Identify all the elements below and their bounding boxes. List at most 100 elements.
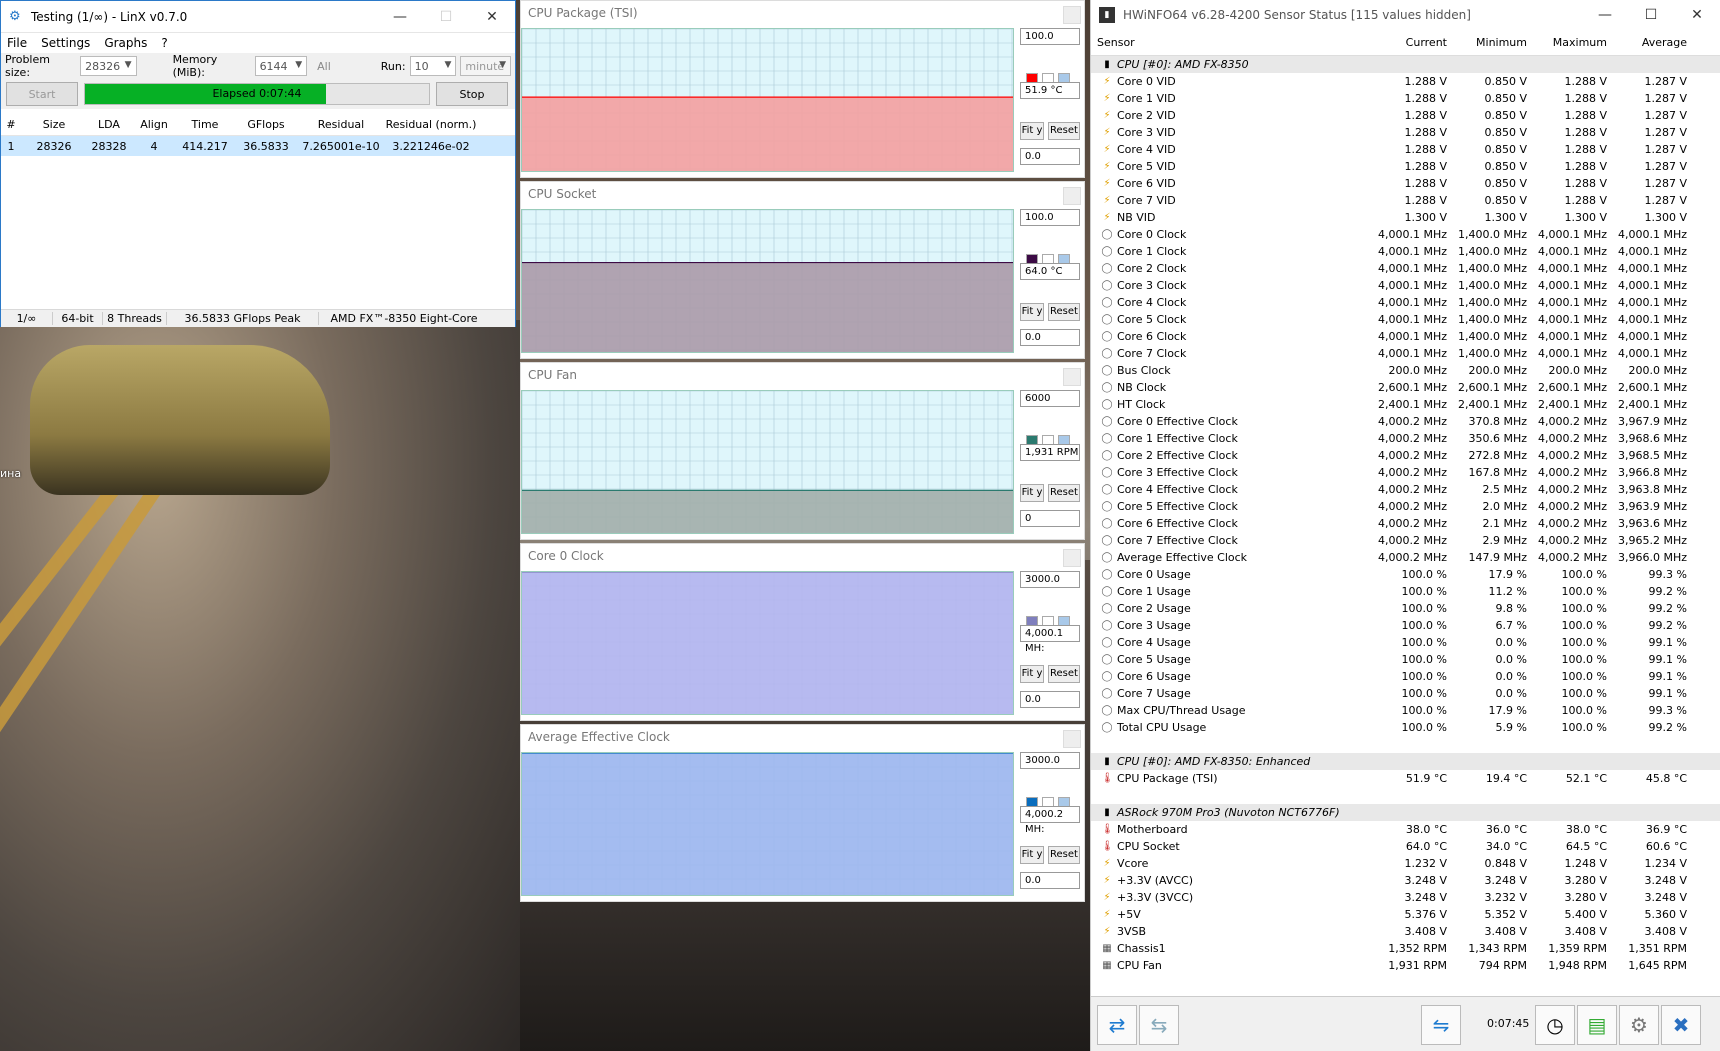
sensor-row[interactable]: ◯ Core 3 Effective Clock 4,000.2 MHz 167.… xyxy=(1091,464,1720,481)
sensor-row[interactable]: ◯ Core 4 Clock 4,000.1 MHz 1,400.0 MHz 4,… xyxy=(1091,294,1720,311)
fit-y-button[interactable]: Fit y xyxy=(1020,484,1044,502)
col-size[interactable]: Size xyxy=(21,118,87,131)
sensor-row[interactable]: ◯ Core 0 Usage 100.0 % 17.9 % 100.0 % 99.… xyxy=(1091,566,1720,583)
network-icon[interactable]: ⇋ xyxy=(1421,1005,1461,1045)
sensor-group-header[interactable]: ▮ ASRock 970M Pro3 (Nuvoton NCT6776F) xyxy=(1091,804,1720,821)
reset-button[interactable]: Reset xyxy=(1048,303,1080,321)
sensor-row[interactable]: ◯ Core 0 Effective Clock 4,000.2 MHz 370.… xyxy=(1091,413,1720,430)
graph-max-value[interactable]: 3000.0 xyxy=(1020,752,1080,769)
menu-help[interactable]: ? xyxy=(161,36,167,50)
stop-button[interactable]: Stop xyxy=(436,82,508,106)
menu-settings[interactable]: Settings xyxy=(41,36,90,50)
fit-y-button[interactable]: Fit y xyxy=(1020,846,1044,864)
prev-next-arrows-icon[interactable]: ⇄ xyxy=(1097,1005,1137,1045)
minimize-button[interactable]: — xyxy=(377,1,423,32)
reset-button[interactable]: Reset xyxy=(1048,484,1080,502)
sensor-row[interactable]: ◯ Core 5 Effective Clock 4,000.2 MHz 2.0 … xyxy=(1091,498,1720,515)
graph-close-button[interactable] xyxy=(1063,187,1081,205)
sensor-row[interactable]: ◯ Core 3 Clock 4,000.1 MHz 1,400.0 MHz 4,… xyxy=(1091,277,1720,294)
collapse-arrows-icon[interactable]: ⇆ xyxy=(1139,1005,1179,1045)
sensor-row[interactable]: ◯ Core 6 Usage 100.0 % 0.0 % 100.0 % 99.1… xyxy=(1091,668,1720,685)
sensor-row[interactable]: ◯ Core 4 Usage 100.0 % 0.0 % 100.0 % 99.1… xyxy=(1091,634,1720,651)
sensor-row[interactable]: ⚡ Core 4 VID 1.288 V 0.850 V 1.288 V 1.28… xyxy=(1091,141,1720,158)
reset-button[interactable]: Reset xyxy=(1048,122,1080,140)
sensor-row[interactable]: ⚡ Core 6 VID 1.288 V 0.850 V 1.288 V 1.28… xyxy=(1091,175,1720,192)
sensor-row[interactable]: ⚡ NB VID 1.300 V 1.300 V 1.300 V 1.300 V xyxy=(1091,209,1720,226)
sensor-row[interactable]: ◯ Core 2 Effective Clock 4,000.2 MHz 272.… xyxy=(1091,447,1720,464)
sensor-group-header[interactable]: ▮ CPU [#0]: AMD FX-8350 xyxy=(1091,56,1720,73)
gear-icon[interactable]: ⚙ xyxy=(1619,1005,1659,1045)
reset-button[interactable]: Reset xyxy=(1048,846,1080,864)
graph-min-value[interactable]: 0 xyxy=(1020,510,1080,527)
sensor-row[interactable]: ◯ Core 2 Usage 100.0 % 9.8 % 100.0 % 99.2… xyxy=(1091,600,1720,617)
problem-size-combo[interactable]: 28326 ▼ xyxy=(80,56,137,76)
fit-y-button[interactable]: Fit y xyxy=(1020,122,1044,140)
sensor-row[interactable]: ⚡ Core 7 VID 1.288 V 0.850 V 1.288 V 1.28… xyxy=(1091,192,1720,209)
reset-button[interactable]: Reset xyxy=(1048,665,1080,683)
graph-close-button[interactable] xyxy=(1063,549,1081,567)
graph-max-value[interactable]: 6000 xyxy=(1020,390,1080,407)
minimize-button[interactable]: — xyxy=(1582,0,1628,31)
add-log-icon[interactable]: ▤ xyxy=(1577,1005,1617,1045)
sensor-row[interactable]: ◯ Core 2 Clock 4,000.1 MHz 1,400.0 MHz 4,… xyxy=(1091,260,1720,277)
graph-close-button[interactable] xyxy=(1063,368,1081,386)
graph-close-button[interactable] xyxy=(1063,730,1081,748)
maximize-button[interactable]: ☐ xyxy=(1628,0,1674,31)
maximize-button[interactable]: ☐ xyxy=(423,1,469,32)
sensor-row[interactable]: 🌡 CPU Package (TSI) 51.9 °C 19.4 °C 52.1 … xyxy=(1091,770,1720,787)
sensor-row[interactable]: ◯ Core 7 Effective Clock 4,000.2 MHz 2.9 … xyxy=(1091,532,1720,549)
sensor-row[interactable]: ⚡ +5V 5.376 V 5.352 V 5.400 V 5.360 V xyxy=(1091,906,1720,923)
fit-y-button[interactable]: Fit y xyxy=(1020,303,1044,321)
sensor-row[interactable]: ⚡ +3.3V (AVCC) 3.248 V 3.248 V 3.280 V 3.… xyxy=(1091,872,1720,889)
run-combo[interactable]: 10 ▼ xyxy=(409,56,457,76)
graph-min-value[interactable]: 0.0 xyxy=(1020,329,1080,346)
graph-max-value[interactable]: 3000.0 xyxy=(1020,571,1080,588)
table-row[interactable]: 1 28326 28328 4 414.217 36.5833 7.265001… xyxy=(1,136,515,156)
col-lda[interactable]: LDA xyxy=(87,118,131,131)
sensor-row[interactable]: 🌡 CPU Socket 64.0 °C 34.0 °C 64.5 °C 60.6… xyxy=(1091,838,1720,855)
clock-icon[interactable]: ◷ xyxy=(1535,1005,1575,1045)
sensor-row[interactable]: ◯ Core 5 Usage 100.0 % 0.0 % 100.0 % 99.1… xyxy=(1091,651,1720,668)
sensor-row[interactable]: ◯ Bus Clock 200.0 MHz 200.0 MHz 200.0 MHz… xyxy=(1091,362,1720,379)
sensor-row[interactable]: ◯ HT Clock 2,400.1 MHz 2,400.1 MHz 2,400.… xyxy=(1091,396,1720,413)
close-icon[interactable]: ✖ xyxy=(1661,1005,1701,1045)
sensor-row[interactable]: ⚡ Core 0 VID 1.288 V 0.850 V 1.288 V 1.28… xyxy=(1091,73,1720,90)
hwinfo-titlebar[interactable]: ▮ HWiNFO64 v6.28-4200 Sensor Status [115… xyxy=(1091,0,1720,30)
sensor-row[interactable]: ◯ NB Clock 2,600.1 MHz 2,600.1 MHz 2,600.… xyxy=(1091,379,1720,396)
col-residual-norm[interactable]: Residual (norm.) xyxy=(383,118,479,131)
col-average[interactable]: Average xyxy=(1613,36,1693,49)
sensor-row[interactable]: ⚡ Vcore 1.232 V 0.848 V 1.248 V 1.234 V xyxy=(1091,855,1720,872)
sensor-row[interactable]: 🌡 Motherboard 38.0 °C 36.0 °C 38.0 °C 36.… xyxy=(1091,821,1720,838)
col-time[interactable]: Time xyxy=(177,118,233,131)
run-unit-combo[interactable]: minute ▼ xyxy=(460,56,511,76)
sensor-row[interactable]: ◯ Core 3 Usage 100.0 % 6.7 % 100.0 % 99.2… xyxy=(1091,617,1720,634)
sensor-row[interactable]: ▦ CPU Fan 1,931 RPM 794 RPM 1,948 RPM 1,6… xyxy=(1091,957,1720,974)
close-button[interactable]: ✕ xyxy=(1674,0,1720,31)
sensor-row[interactable]: ⚡ Core 3 VID 1.288 V 0.850 V 1.288 V 1.28… xyxy=(1091,124,1720,141)
menu-file[interactable]: File xyxy=(7,36,27,50)
linx-titlebar[interactable]: ⚙ Testing (1/∞) - LinX v0.7.0 — ☐ ✕ xyxy=(1,1,515,33)
sensor-row[interactable]: ◯ Core 6 Clock 4,000.1 MHz 1,400.0 MHz 4,… xyxy=(1091,328,1720,345)
sensor-row[interactable]: ◯ Max CPU/Thread Usage 100.0 % 17.9 % 100… xyxy=(1091,702,1720,719)
sensor-row[interactable]: ⚡ Core 2 VID 1.288 V 0.850 V 1.288 V 1.28… xyxy=(1091,107,1720,124)
col-minimum[interactable]: Minimum xyxy=(1453,36,1533,49)
desktop-icon-label[interactable]: ина xyxy=(0,467,21,480)
sensor-row[interactable]: ◯ Core 5 Clock 4,000.1 MHz 1,400.0 MHz 4,… xyxy=(1091,311,1720,328)
close-button[interactable]: ✕ xyxy=(469,1,515,32)
memory-combo[interactable]: 6144 ▼ xyxy=(254,56,308,76)
graph-min-value[interactable]: 0.0 xyxy=(1020,148,1080,165)
sensor-row[interactable]: ◯ Core 7 Usage 100.0 % 0.0 % 100.0 % 99.1… xyxy=(1091,685,1720,702)
sensor-row[interactable]: ◯ Core 6 Effective Clock 4,000.2 MHz 2.1 … xyxy=(1091,515,1720,532)
sensor-row[interactable]: ◯ Total CPU Usage 100.0 % 5.9 % 100.0 % 9… xyxy=(1091,719,1720,736)
sensor-row[interactable]: ◯ Core 1 Effective Clock 4,000.2 MHz 350.… xyxy=(1091,430,1720,447)
sensor-row[interactable]: ◯ Core 1 Clock 4,000.1 MHz 1,400.0 MHz 4,… xyxy=(1091,243,1720,260)
graph-max-value[interactable]: 100.0 xyxy=(1020,28,1080,45)
start-button[interactable]: Start xyxy=(6,82,78,106)
sensor-row[interactable]: ▦ Chassis1 1,352 RPM 1,343 RPM 1,359 RPM … xyxy=(1091,940,1720,957)
sensor-row[interactable]: ⚡ Core 5 VID 1.288 V 0.850 V 1.288 V 1.28… xyxy=(1091,158,1720,175)
sensor-row[interactable]: ⚡ Core 1 VID 1.288 V 0.850 V 1.288 V 1.28… xyxy=(1091,90,1720,107)
sensor-row[interactable]: ◯ Core 0 Clock 4,000.1 MHz 1,400.0 MHz 4,… xyxy=(1091,226,1720,243)
col-current[interactable]: Current xyxy=(1373,36,1453,49)
col-index[interactable]: # xyxy=(1,118,21,131)
col-sensor[interactable]: Sensor xyxy=(1091,36,1373,49)
